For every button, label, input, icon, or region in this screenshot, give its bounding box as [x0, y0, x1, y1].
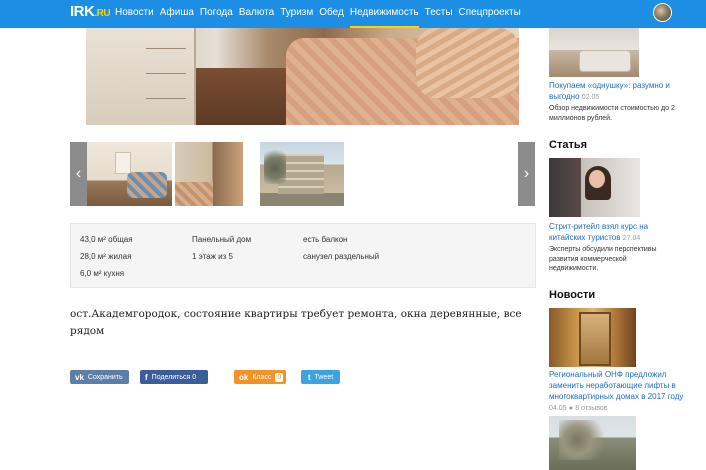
facebook-icon: f	[145, 372, 148, 382]
gallery-prev-button[interactable]: ‹	[70, 142, 87, 206]
sidebar-link-1-title: Покупаем «однушку»: разумно и выгодно	[549, 81, 670, 101]
sidebar-text-2: Эксперты обсудили перспективы развития к…	[549, 246, 657, 272]
user-avatar[interactable]	[653, 3, 672, 22]
logo-suffix: .RU	[94, 8, 111, 19]
nav-item-lunch[interactable]: Обед	[319, 0, 344, 28]
vk-save-button[interactable]: vk Сохранить	[70, 370, 129, 384]
nav-item-weather[interactable]: Погода	[200, 0, 233, 28]
facebook-share-label: Поделиться	[151, 373, 191, 381]
nav-item-tourism[interactable]: Туризм	[280, 0, 313, 28]
sidebar-heading-article: Статья	[549, 139, 588, 151]
twitter-tweet-label: Tweet	[314, 373, 334, 381]
detail-balcony: есть балкон	[303, 235, 348, 244]
nav-item-special-projects[interactable]: Спецпроекты	[459, 0, 521, 28]
sidebar-image-2[interactable]	[549, 158, 640, 217]
nav-item-news[interactable]: Новости	[115, 0, 154, 28]
detail-kitchen-area: 6,0 м² кухня	[80, 269, 125, 278]
site-logo[interactable]: IRK.RU	[70, 3, 111, 23]
sidebar-heading-news: Новости	[549, 289, 596, 301]
detail-floor: 1 этаж из 5	[192, 252, 233, 261]
sidebar-link-3[interactable]: Региональный ОНФ предложил заменить нера…	[549, 369, 684, 414]
twitter-tweet-button[interactable]: t Tweet	[301, 370, 340, 384]
chevron-left-icon: ‹	[75, 165, 82, 182]
chevron-right-icon: ›	[523, 165, 530, 182]
vk-icon: vk	[75, 372, 84, 382]
nav-item-afisha[interactable]: Афиша	[160, 0, 194, 28]
gallery-thumbnail-2[interactable]	[175, 142, 243, 206]
twitter-icon: t	[307, 372, 311, 382]
sidebar-text-1: Обзор недвижимости стоимостью до 2 милли…	[549, 105, 675, 122]
sidebar-link-3-title: Региональный ОНФ предложил заменить нера…	[549, 370, 684, 401]
sidebar-link-3-reviews: 8 отзывов	[575, 405, 608, 412]
sidebar-image-3[interactable]	[549, 308, 636, 367]
main-apartment-photo[interactable]	[86, 28, 519, 125]
detail-building-type: Панельный дом	[192, 235, 252, 244]
main-nav: Новости Афиша Погода Валюта Туризм Обед …	[115, 0, 527, 28]
facebook-share-button[interactable]: f Поделиться 0	[140, 370, 208, 384]
gallery-thumbnail-1[interactable]	[87, 142, 172, 206]
gallery-thumbnail-3[interactable]	[260, 142, 344, 206]
facebook-share-count: 0	[192, 373, 197, 381]
detail-living-area: 28,0 м² жилая	[80, 252, 132, 261]
ok-class-label: Класс	[252, 373, 272, 381]
photo-pillow	[416, 28, 519, 98]
detail-total-area: 43,0 м² общая	[80, 235, 133, 244]
gallery-next-button[interactable]: ›	[518, 142, 535, 206]
nav-item-tests[interactable]: Тесты	[425, 0, 453, 28]
apartment-description: ост.Академгородок, состояние квартиры тр…	[70, 308, 522, 337]
sidebar-link-2-date: 27.04	[622, 235, 641, 242]
vk-save-label: Сохранить	[87, 373, 123, 381]
nav-item-realty[interactable]: Недвижимость	[349, 0, 419, 28]
odnoklassniki-icon: ok	[239, 372, 249, 382]
sidebar-image-4[interactable]	[549, 416, 636, 470]
top-navigation-bar: IRK.RU Новости Афиша Погода Валюта Туриз…	[0, 0, 706, 28]
ok-class-button[interactable]: ok Класс 0	[234, 370, 286, 384]
sidebar-link-2[interactable]: Стрит-ритейл взял курс на китайских тури…	[549, 221, 669, 244]
apartment-details-box: 43,0 м² общая 28,0 м² жилая 6,0 м² кухня…	[70, 223, 536, 288]
photo-floor	[196, 68, 286, 125]
photo-wardrobe	[86, 28, 196, 125]
sidebar-link-1[interactable]: Покупаем «однушку»: разумно и выгодно 02…	[549, 80, 684, 103]
sidebar-link-1-date: 02.05	[581, 94, 600, 101]
detail-bathroom: санузел раздельный	[303, 252, 380, 261]
comments-icon: ●	[568, 405, 573, 412]
sidebar-image-1[interactable]	[549, 28, 639, 77]
logo-name: IRK	[70, 3, 95, 20]
nav-item-currency[interactable]: Валюта	[239, 0, 274, 28]
sidebar-link-3-date: 04.05	[549, 405, 567, 412]
ok-class-count: 0	[275, 372, 284, 382]
